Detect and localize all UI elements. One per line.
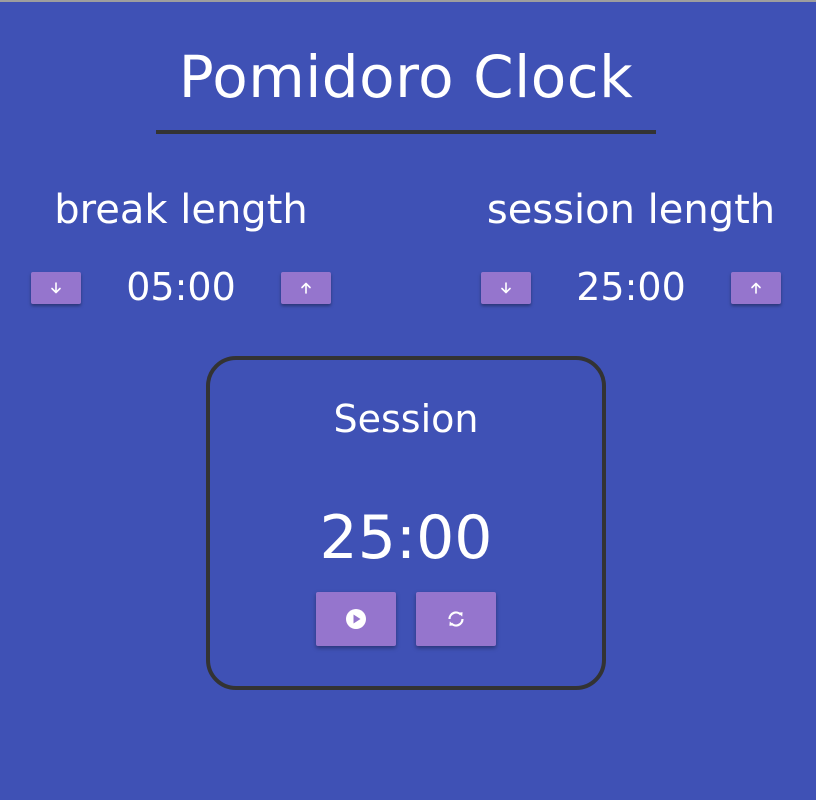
refresh-icon [445,608,467,630]
arrow-up-icon [300,282,312,294]
start-button[interactable] [316,592,396,646]
timer-display: 25:00 [319,503,493,573]
timer-panel: Session 25:00 [206,356,606,690]
title-underline [156,130,656,134]
break-length-value: 05:00 [126,265,236,309]
session-length-label: session length [486,187,776,233]
session-length-value: 25:00 [576,265,686,309]
reset-button[interactable] [416,592,496,646]
break-decrement-button[interactable] [31,272,81,304]
session-increment-button[interactable] [731,272,781,304]
arrow-down-icon [500,282,512,294]
play-circle-icon [345,608,367,630]
session-decrement-button[interactable] [481,272,531,304]
break-increment-button[interactable] [281,272,331,304]
arrow-down-icon [50,282,62,294]
arrow-up-icon [750,282,762,294]
window-top-border [0,0,816,2]
break-length-label: break length [54,187,308,233]
page-title: Pomidoro Clock [178,43,634,111]
timer-mode-label: Session [333,397,479,441]
